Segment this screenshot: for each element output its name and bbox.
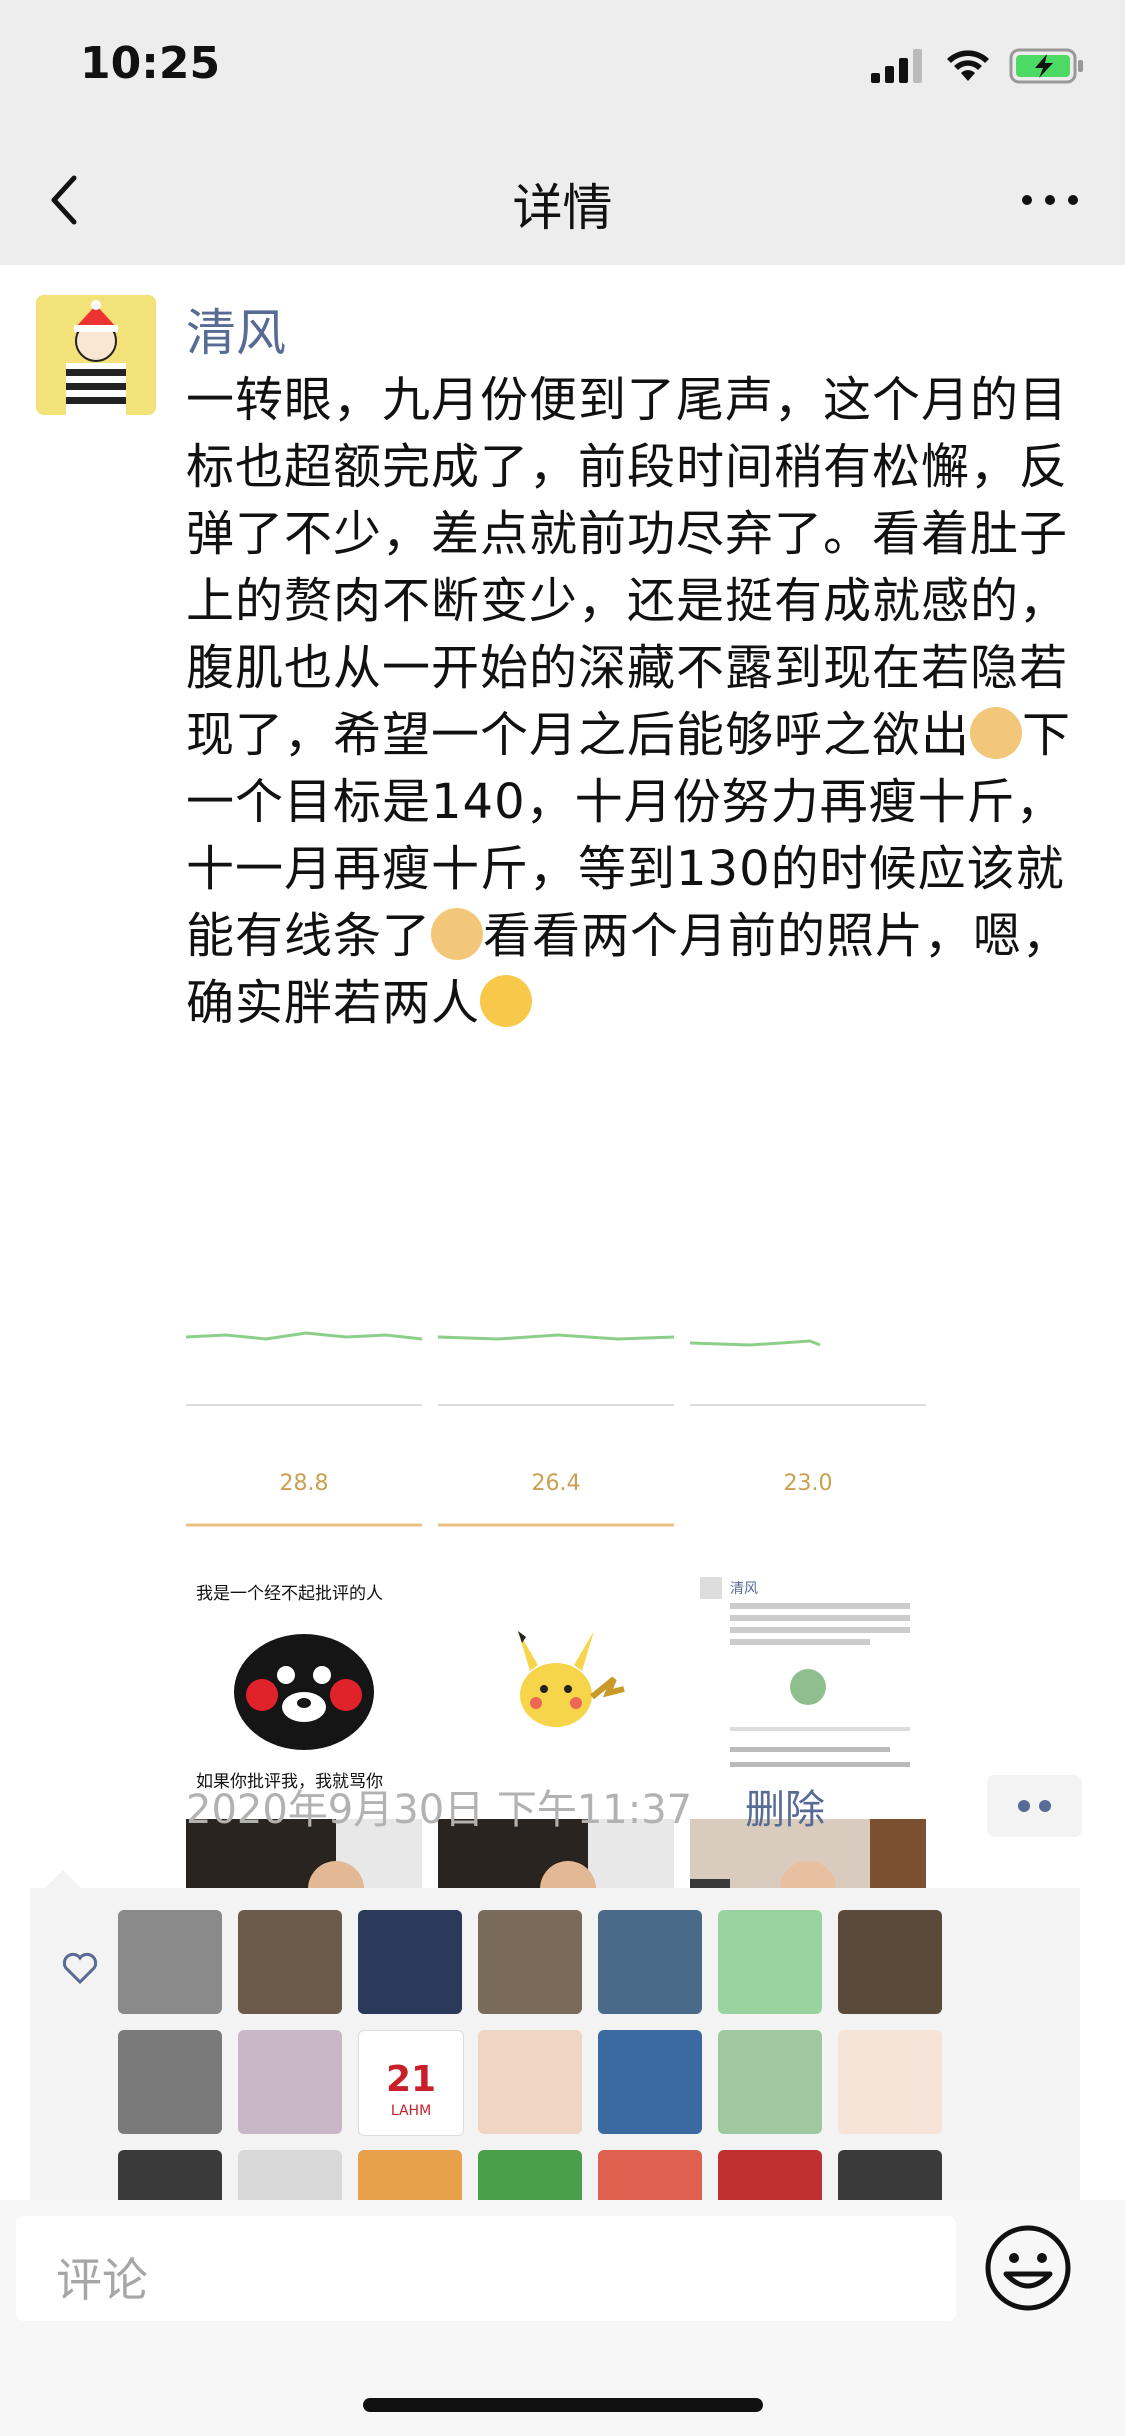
signal-icon [871,49,922,83]
screenshot-username: 清风 [730,1581,758,1597]
likes-pointer [45,1870,81,1888]
status-bar: 10:25 [0,0,1125,130]
page-title: 详情 [512,179,613,237]
liker-avatar[interactable]: 21 LAHM [358,2030,464,2136]
delete-link[interactable]: 删除 [745,1777,825,1835]
comment-like-menu-icon[interactable] [987,1775,1082,1837]
liker-avatar[interactable] [598,2030,702,2134]
liker-avatar[interactable] [838,2030,942,2134]
liker-avatar[interactable] [118,1910,222,2014]
weight-chart-image-2[interactable]: 26.4 [438,1315,674,1551]
liker-avatar[interactable] [838,1910,942,2014]
comment-placeholder: 评论 [56,2253,148,2307]
home-indicator[interactable] [363,2398,763,2412]
liker-avatar[interactable] [118,2030,222,2134]
post-timestamp: 2020年9月30日 下午11:37 [186,1787,693,1833]
status-time: 10:25 [80,38,221,89]
weight-chart-image-3[interactable]: 23.0 [690,1315,926,1551]
weight-value: 26.4 [532,1471,581,1496]
user-avatar[interactable] [36,295,156,415]
pikachu-sticker-image[interactable] [438,1567,674,1803]
kumamon-meme-image[interactable]: 我是一个经不起批评的人 如果你批评我，我就骂你 [186,1567,422,1803]
more-options-icon[interactable] [1015,170,1085,230]
post-text: 一转眼，九月份便到了尾声，这个月的目标也超额完成了，前段时间稍有松懈，反弹了不少… [186,367,1086,1037]
liker-avatar[interactable] [478,2030,582,2134]
meme-top-text: 我是一个经不起批评的人 [196,1584,383,1604]
liker-avatar[interactable] [238,2030,342,2134]
liker-avatar[interactable] [358,1910,462,2014]
post-username[interactable]: 清风 [186,293,286,365]
doge-emoji-icon [970,707,1023,759]
likes-panel: 21 LAHM [30,1888,1080,2254]
weight-chart-image-1[interactable]: 28.8 [186,1315,422,1551]
doge-emoji-icon [431,908,484,960]
post-screenshot-image[interactable]: 清风 [690,1567,926,1803]
laughing-crying-emoji-icon [480,975,533,1027]
weight-value: 23.0 [784,1471,833,1496]
emoji-face-icon[interactable] [982,2222,1074,2314]
liker-avatar[interactable] [718,2030,822,2134]
heart-icon [62,1952,98,1985]
status-icons [871,48,1085,84]
liker-avatar[interactable] [238,1910,342,2014]
liker-avatar[interactable] [598,1910,702,2014]
weight-value: 28.8 [280,1471,329,1496]
calendar-label: LAHM [390,2103,432,2119]
liker-avatar[interactable] [718,1910,822,2014]
liker-avatar[interactable] [478,1910,582,2014]
calendar-number: 21 [385,2059,437,2100]
post-text-part1: 一转眼，九月份便到了尾声，这个月的目标也超额完成了，前段时间稍有松懈，反弹了不少… [186,372,1069,763]
wifi-icon [947,50,989,81]
comment-input[interactable]: 评论 [16,2216,956,2321]
navigation-bar: 详情 [0,130,1125,265]
battery-charging-icon [1009,48,1083,84]
